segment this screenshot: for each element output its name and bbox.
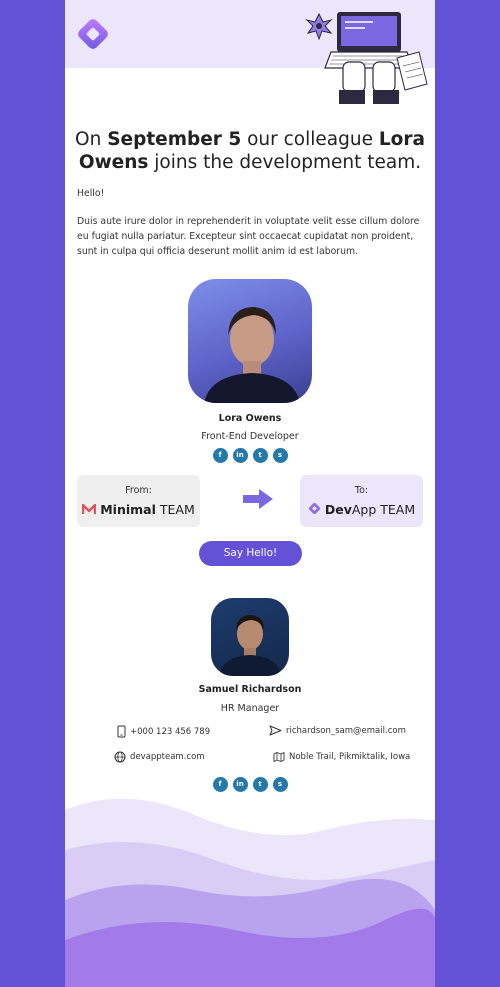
headline-text: joins the development team. (148, 152, 422, 173)
phone-text: +000 123 456 789 (130, 726, 211, 737)
address-contact: Noble Trail, Pikmiktalik, Iowa (273, 751, 410, 763)
greeting: Hello! (77, 188, 105, 199)
devapp-logo-icon (78, 19, 108, 49)
footer-waves (65, 798, 435, 987)
new-member-photo (188, 279, 312, 403)
header (65, 0, 435, 104)
arrow-right-icon (243, 489, 273, 509)
new-member-socials: f in t s (65, 448, 435, 463)
hr-role: HR Manager (220, 703, 280, 714)
headline-text: On (75, 129, 108, 150)
to-team: DevApp TEAM (300, 502, 423, 517)
headline: On September 5 our colleague Lora Owens … (75, 128, 425, 174)
to-label: To: (354, 485, 369, 496)
skype-icon[interactable]: s (272, 448, 288, 463)
website-contact[interactable]: devappteam.com (114, 751, 205, 763)
body-paragraph: Duis aute irure dolor in reprehenderit i… (77, 216, 420, 257)
facebook-icon[interactable]: f (212, 448, 228, 463)
headline-date: September 5 (107, 129, 242, 150)
from-team-box: From: Minimal TEAM (77, 475, 200, 527)
phone-contact[interactable]: +000 123 456 789 (117, 725, 210, 738)
devapp-logo-icon (308, 502, 320, 515)
headline-text: our colleague (241, 129, 379, 150)
address-text: Noble Trail, Pikmiktalik, Iowa (289, 752, 411, 762)
new-member-role: Front-End Developer (201, 431, 299, 442)
email-card: On September 5 our colleague Lora Owens … (65, 0, 435, 987)
from-team: Minimal TEAM (77, 502, 200, 517)
new-member-name: Lora Owens (218, 413, 282, 424)
minimal-logo-icon (82, 503, 97, 514)
to-team-box: To: DevApp TEAM (300, 475, 423, 527)
hr-photo (211, 598, 289, 676)
globe-icon (114, 751, 126, 763)
laptop-illustration (305, 12, 428, 104)
twitter-icon[interactable]: t (252, 448, 268, 463)
linkedin-icon[interactable]: in (232, 448, 248, 463)
send-icon (269, 725, 282, 736)
email-contact[interactable]: richardson_sam@email.com (269, 725, 406, 736)
phone-icon (117, 725, 126, 738)
map-icon (273, 752, 285, 762)
from-label: From: (125, 485, 152, 496)
hr-name: Samuel Richardson (198, 684, 302, 695)
email-text: richardson_sam@email.com (286, 725, 406, 736)
website-text: devappteam.com (130, 752, 205, 762)
say-hello-button[interactable]: Say Hello! (199, 541, 302, 566)
